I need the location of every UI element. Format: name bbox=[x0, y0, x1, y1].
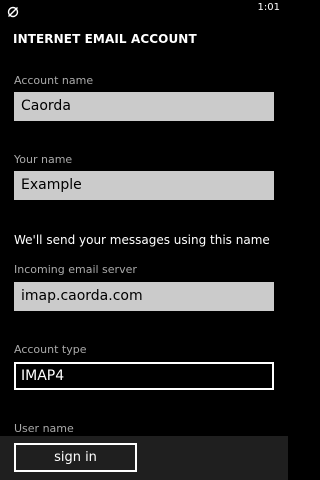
send-info-text: We'll send your messages using this name bbox=[14, 233, 270, 247]
incoming-server-label: Incoming email server bbox=[14, 263, 137, 276]
status-time: 1:01 bbox=[257, 2, 280, 13]
account-name-label: Account name bbox=[14, 74, 94, 87]
account-name-field[interactable]: Caorda bbox=[14, 92, 274, 121]
your-name-field[interactable]: Example bbox=[14, 171, 274, 200]
no-signal-icon bbox=[7, 3, 19, 18]
sign-in-button[interactable]: sign in bbox=[14, 443, 137, 472]
page-title: INTERNET EMAIL ACCOUNT bbox=[13, 32, 197, 46]
your-name-label: Your name bbox=[14, 153, 73, 166]
account-type-select[interactable]: IMAP4 bbox=[14, 362, 274, 390]
account-type-label: Account type bbox=[14, 343, 87, 356]
incoming-server-field[interactable]: imap.caorda.com bbox=[14, 282, 274, 311]
user-name-label: User name bbox=[14, 422, 74, 435]
status-bar: 1:01 bbox=[0, 0, 288, 18]
